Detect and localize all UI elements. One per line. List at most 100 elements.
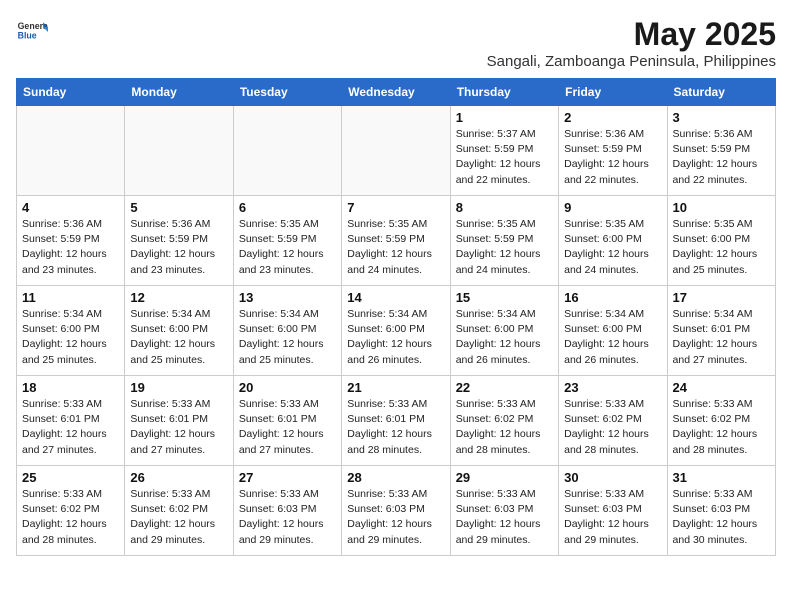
day-info: Sunrise: 5:36 AM Sunset: 5:59 PM Dayligh… — [22, 217, 119, 278]
calendar-cell: 11 Sunrise: 5:34 AM Sunset: 6:00 PM Dayli… — [17, 286, 125, 376]
calendar-cell: 3 Sunrise: 5:36 AM Sunset: 5:59 PM Daylig… — [667, 106, 775, 196]
day-info: Sunrise: 5:33 AM Sunset: 6:03 PM Dayligh… — [239, 487, 336, 548]
day-number: 4 — [22, 200, 119, 215]
calendar-cell: 5Sunrise: 5:36 AM Sunset: 5:59 PM Daylig… — [125, 196, 233, 286]
calendar-cell: 15 Sunrise: 5:34 AM Sunset: 6:00 PM Dayli… — [450, 286, 558, 376]
calendar-cell: 22 Sunrise: 5:33 AM Sunset: 6:02 PM Dayli… — [450, 376, 558, 466]
day-info: Sunrise: 5:33 AM Sunset: 6:03 PM Dayligh… — [673, 487, 770, 548]
day-number: 17 — [673, 290, 770, 305]
day-info: Sunrise: 5:33 AM Sunset: 6:02 PM Dayligh… — [130, 487, 227, 548]
calendar-cell: 18Sunrise: 5:33 AM Sunset: 6:01 PM Dayli… — [17, 376, 125, 466]
calendar-cell — [125, 106, 233, 196]
day-number: 31 — [673, 470, 770, 485]
day-number: 25 — [22, 470, 119, 485]
calendar-cell: 29 Sunrise: 5:33 AM Sunset: 6:03 PM Dayli… — [450, 466, 558, 556]
calendar-cell: 23 Sunrise: 5:33 AM Sunset: 6:02 PM Dayli… — [559, 376, 667, 466]
calendar-cell — [342, 106, 450, 196]
svg-text:Blue: Blue — [18, 30, 37, 40]
calendar-cell: 27 Sunrise: 5:33 AM Sunset: 6:03 PM Dayli… — [233, 466, 341, 556]
calendar-cell: 9Sunrise: 5:35 AM Sunset: 6:00 PM Daylig… — [559, 196, 667, 286]
day-info: Sunrise: 5:36 AM Sunset: 5:59 PM Dayligh… — [564, 127, 661, 188]
day-info: Sunrise: 5:33 AM Sunset: 6:03 PM Dayligh… — [347, 487, 444, 548]
day-info: Sunrise: 5:34 AM Sunset: 6:00 PM Dayligh… — [130, 307, 227, 368]
day-info: Sunrise: 5:36 AM Sunset: 5:59 PM Dayligh… — [130, 217, 227, 278]
calendar-table: SundayMondayTuesdayWednesdayThursdayFrid… — [16, 78, 776, 556]
calendar-cell — [17, 106, 125, 196]
week-row-3: 11 Sunrise: 5:34 AM Sunset: 6:00 PM Dayli… — [17, 286, 776, 376]
calendar-cell: 30 Sunrise: 5:33 AM Sunset: 6:03 PM Dayli… — [559, 466, 667, 556]
day-info: Sunrise: 5:35 AM Sunset: 5:59 PM Dayligh… — [456, 217, 553, 278]
calendar-cell: 26 Sunrise: 5:33 AM Sunset: 6:02 PM Dayli… — [125, 466, 233, 556]
day-info: Sunrise: 5:35 AM Sunset: 5:59 PM Dayligh… — [239, 217, 336, 278]
calendar-cell: 25 Sunrise: 5:33 AM Sunset: 6:02 PM Dayli… — [17, 466, 125, 556]
calendar-cell: 2 Sunrise: 5:36 AM Sunset: 5:59 PM Daylig… — [559, 106, 667, 196]
day-number: 7 — [347, 200, 444, 215]
week-row-2: 4 Sunrise: 5:36 AM Sunset: 5:59 PM Daylig… — [17, 196, 776, 286]
logo-icon: General Blue — [16, 16, 48, 48]
week-row-1: 1 Sunrise: 5:37 AM Sunset: 5:59 PM Daylig… — [17, 106, 776, 196]
calendar-cell: 16Sunrise: 5:34 AM Sunset: 6:00 PM Dayli… — [559, 286, 667, 376]
day-number: 1 — [456, 110, 553, 125]
day-info: Sunrise: 5:33 AM Sunset: 6:02 PM Dayligh… — [22, 487, 119, 548]
calendar-cell: 10Sunrise: 5:35 AM Sunset: 6:00 PM Dayli… — [667, 196, 775, 286]
calendar-cell: 4 Sunrise: 5:36 AM Sunset: 5:59 PM Daylig… — [17, 196, 125, 286]
calendar-header-row: SundayMondayTuesdayWednesdayThursdayFrid… — [17, 79, 776, 106]
month-title: May 2025 — [487, 16, 776, 53]
day-number: 19 — [130, 380, 227, 395]
day-number: 29 — [456, 470, 553, 485]
day-header-monday: Monday — [125, 79, 233, 106]
day-info: Sunrise: 5:33 AM Sunset: 6:02 PM Dayligh… — [673, 397, 770, 458]
day-number: 6 — [239, 200, 336, 215]
week-row-4: 18Sunrise: 5:33 AM Sunset: 6:01 PM Dayli… — [17, 376, 776, 466]
day-number: 11 — [22, 290, 119, 305]
day-number: 22 — [456, 380, 553, 395]
day-info: Sunrise: 5:33 AM Sunset: 6:01 PM Dayligh… — [130, 397, 227, 458]
day-number: 23 — [564, 380, 661, 395]
day-number: 28 — [347, 470, 444, 485]
day-info: Sunrise: 5:33 AM Sunset: 6:02 PM Dayligh… — [456, 397, 553, 458]
day-number: 20 — [239, 380, 336, 395]
calendar-cell: 21Sunrise: 5:33 AM Sunset: 6:01 PM Dayli… — [342, 376, 450, 466]
calendar-cell: 31 Sunrise: 5:33 AM Sunset: 6:03 PM Dayli… — [667, 466, 775, 556]
day-header-wednesday: Wednesday — [342, 79, 450, 106]
day-info: Sunrise: 5:34 AM Sunset: 6:00 PM Dayligh… — [456, 307, 553, 368]
day-number: 13 — [239, 290, 336, 305]
day-info: Sunrise: 5:33 AM Sunset: 6:02 PM Dayligh… — [564, 397, 661, 458]
calendar-cell: 20 Sunrise: 5:33 AM Sunset: 6:01 PM Dayli… — [233, 376, 341, 466]
day-info: Sunrise: 5:34 AM Sunset: 6:00 PM Dayligh… — [22, 307, 119, 368]
day-info: Sunrise: 5:36 AM Sunset: 5:59 PM Dayligh… — [673, 127, 770, 188]
day-header-sunday: Sunday — [17, 79, 125, 106]
day-number: 24 — [673, 380, 770, 395]
day-info: Sunrise: 5:34 AM Sunset: 6:00 PM Dayligh… — [239, 307, 336, 368]
logo: General Blue — [16, 16, 48, 48]
day-number: 26 — [130, 470, 227, 485]
day-info: Sunrise: 5:33 AM Sunset: 6:03 PM Dayligh… — [456, 487, 553, 548]
calendar-cell — [233, 106, 341, 196]
day-number: 10 — [673, 200, 770, 215]
calendar-cell: 6 Sunrise: 5:35 AM Sunset: 5:59 PM Daylig… — [233, 196, 341, 286]
day-info: Sunrise: 5:33 AM Sunset: 6:03 PM Dayligh… — [564, 487, 661, 548]
day-number: 8 — [456, 200, 553, 215]
day-number: 2 — [564, 110, 661, 125]
calendar-cell: 8 Sunrise: 5:35 AM Sunset: 5:59 PM Daylig… — [450, 196, 558, 286]
day-number: 15 — [456, 290, 553, 305]
day-info: Sunrise: 5:33 AM Sunset: 6:01 PM Dayligh… — [239, 397, 336, 458]
day-info: Sunrise: 5:37 AM Sunset: 5:59 PM Dayligh… — [456, 127, 553, 188]
calendar-cell: 7 Sunrise: 5:35 AM Sunset: 5:59 PM Daylig… — [342, 196, 450, 286]
calendar-cell: 12Sunrise: 5:34 AM Sunset: 6:00 PM Dayli… — [125, 286, 233, 376]
day-header-thursday: Thursday — [450, 79, 558, 106]
day-info: Sunrise: 5:34 AM Sunset: 6:00 PM Dayligh… — [564, 307, 661, 368]
page-header: General Blue May 2025 Sangali, Zamboanga… — [16, 16, 776, 70]
day-number: 3 — [673, 110, 770, 125]
day-number: 30 — [564, 470, 661, 485]
day-number: 27 — [239, 470, 336, 485]
day-info: Sunrise: 5:33 AM Sunset: 6:01 PM Dayligh… — [22, 397, 119, 458]
calendar-cell: 13 Sunrise: 5:34 AM Sunset: 6:00 PM Dayli… — [233, 286, 341, 376]
day-info: Sunrise: 5:34 AM Sunset: 6:00 PM Dayligh… — [347, 307, 444, 368]
calendar-cell: 19 Sunrise: 5:33 AM Sunset: 6:01 PM Dayli… — [125, 376, 233, 466]
day-info: Sunrise: 5:35 AM Sunset: 6:00 PM Dayligh… — [564, 217, 661, 278]
calendar-cell: 24 Sunrise: 5:33 AM Sunset: 6:02 PM Dayli… — [667, 376, 775, 466]
day-info: Sunrise: 5:35 AM Sunset: 5:59 PM Dayligh… — [347, 217, 444, 278]
day-number: 14 — [347, 290, 444, 305]
calendar-cell: 28 Sunrise: 5:33 AM Sunset: 6:03 PM Dayli… — [342, 466, 450, 556]
